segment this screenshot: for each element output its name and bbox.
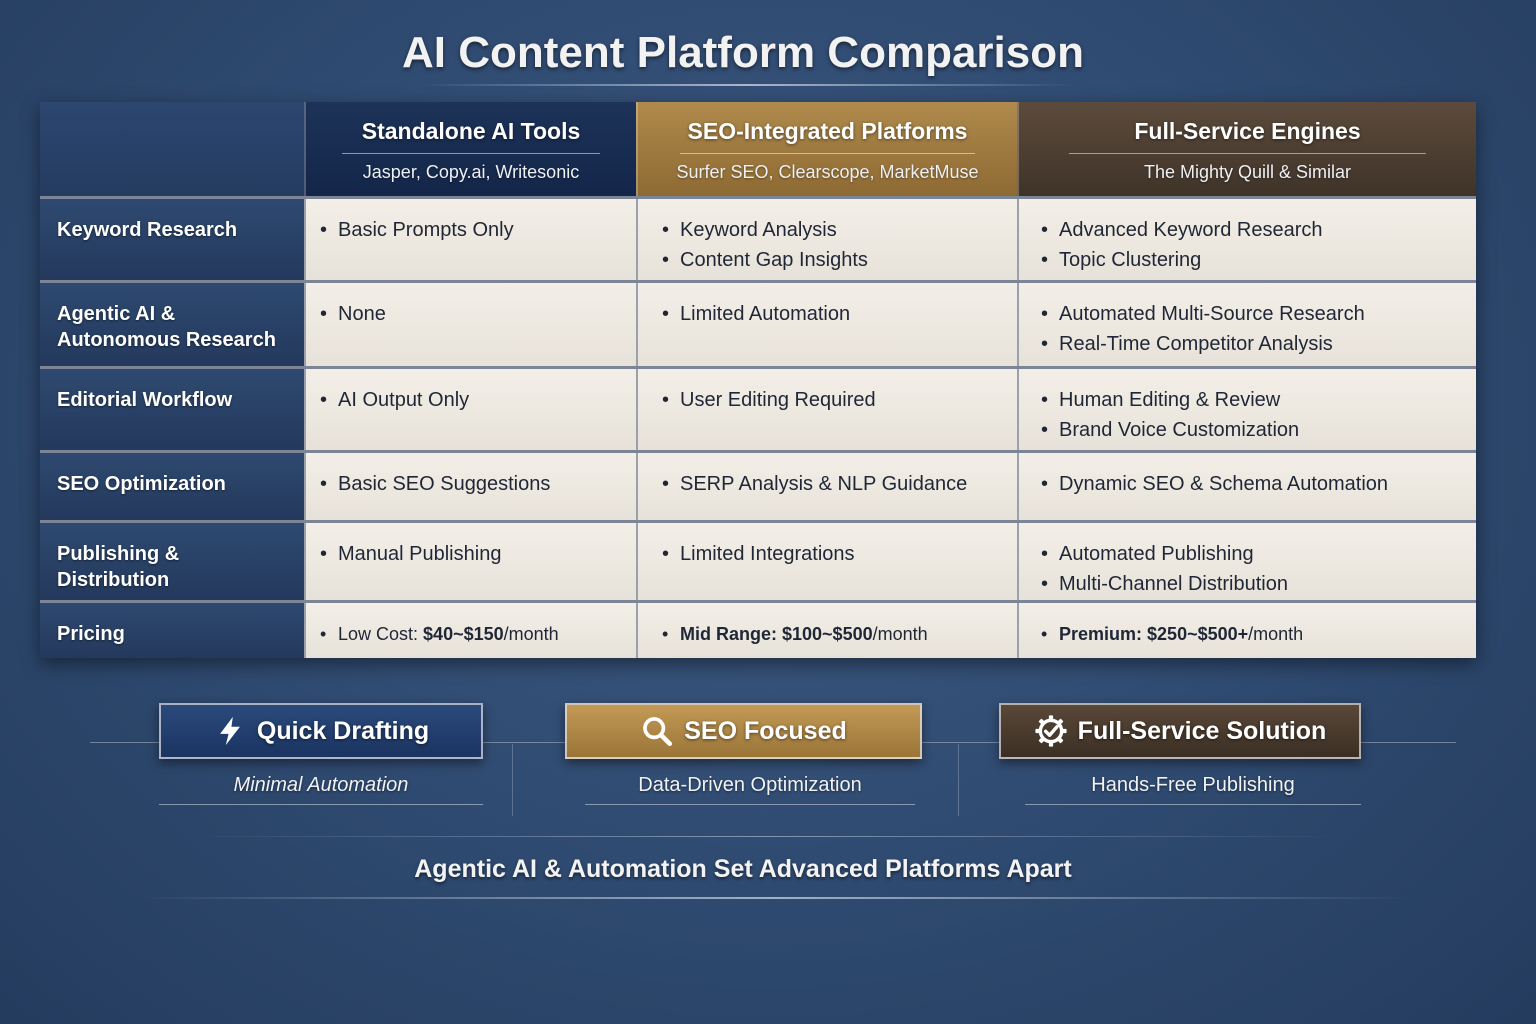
table-cell: Limited Integrations <box>636 523 1017 600</box>
title-underline <box>420 84 1072 86</box>
magnifier-icon <box>643 717 673 747</box>
row-label: SEO Optimization <box>40 453 304 520</box>
page-title: AI Content Platform Comparison <box>401 28 1085 77</box>
bullet-item: SERP Analysis & NLP Guidance <box>662 469 1017 499</box>
column-subtitle: Jasper, Copy.ai, Writesonic <box>362 162 580 182</box>
connector-line <box>512 744 513 816</box>
bullet-item: Content Gap Insights <box>662 245 1017 275</box>
column-title: Full-Service Engines <box>1134 118 1361 144</box>
bullet-item: AI Output Only <box>320 385 636 415</box>
table-cell: Automated Multi-Source Research Real-Tim… <box>1017 283 1476 366</box>
price-item: Low Cost: $40~$150/month <box>320 619 636 649</box>
badge-caption: Minimal Automation <box>233 774 409 796</box>
column-divider <box>679 153 976 154</box>
table-cell: Dynamic SEO & Schema Automation <box>1017 453 1476 520</box>
seo-focused-badge: SEO Focused <box>565 703 922 759</box>
table-row-pricing: Pricing Low Cost: $40~$150/month Mid Ran… <box>40 600 1476 658</box>
bullet-item: Advanced Keyword Research <box>1041 215 1476 245</box>
footer-bottom-rule <box>140 897 1410 899</box>
table-cell: None <box>304 283 636 366</box>
bullet-item: Automated Multi-Source Research <box>1041 299 1476 329</box>
row-label: Pricing <box>40 603 304 658</box>
footer-tagline: Agentic AI & Automation Set Advanced Pla… <box>414 855 1072 883</box>
footer-top-rule <box>190 836 1340 837</box>
table-cell: AI Output Only <box>304 369 636 450</box>
table-corner <box>40 102 304 196</box>
gear-check-icon <box>1035 715 1067 747</box>
bullet-item: Basic SEO Suggestions <box>320 469 636 499</box>
table-cell: Basic SEO Suggestions <box>304 453 636 520</box>
bullet-item: Limited Integrations <box>662 539 1017 569</box>
bullet-item: Human Editing & Review <box>1041 385 1476 415</box>
connector-line <box>922 742 999 743</box>
bullet-item: Brand Voice Customization <box>1041 415 1476 445</box>
connector-line <box>958 744 959 816</box>
table-cell: Premium: $250~$500+/month <box>1017 603 1476 658</box>
bullet-item: Automated Publishing <box>1041 539 1476 569</box>
column-header-seo-integrated: SEO-Integrated Platforms Surfer SEO, Cle… <box>636 102 1017 196</box>
row-label: Agentic AI & Autonomous Research <box>40 283 304 366</box>
column-title: Standalone AI Tools <box>361 118 581 144</box>
table-row-keyword-research: Keyword Research Basic Prompts Only Keyw… <box>40 196 1476 280</box>
badge-caption: Data-Driven Optimization <box>638 774 862 796</box>
caption-underline <box>159 804 483 805</box>
table-cell: Mid Range: $100~$500/month <box>636 603 1017 658</box>
column-divider <box>342 153 600 154</box>
connector-line <box>1361 742 1456 743</box>
column-title: SEO-Integrated Platforms <box>687 118 968 144</box>
bullet-item: Multi-Channel Distribution <box>1041 569 1476 599</box>
column-subtitle: Surfer SEO, Clearscope, MarketMuse <box>676 162 979 182</box>
full-service-badge: Full-Service Solution <box>999 703 1361 759</box>
column-header-standalone: Standalone AI Tools Jasper, Copy.ai, Wri… <box>304 102 636 196</box>
row-label: Keyword Research <box>40 199 304 280</box>
connector-line <box>90 742 160 743</box>
badge-caption: Hands-Free Publishing <box>1091 774 1295 796</box>
bullet-item: Dynamic SEO & Schema Automation <box>1041 469 1476 499</box>
table-cell: User Editing Required <box>636 369 1017 450</box>
table-cell: SERP Analysis & NLP Guidance <box>636 453 1017 520</box>
lightning-icon <box>219 716 240 746</box>
column-header-full-service: Full-Service Engines The Mighty Quill & … <box>1017 102 1476 196</box>
table-row-seo-optimization: SEO Optimization Basic SEO Suggestions S… <box>40 450 1476 520</box>
connector-line <box>483 742 565 743</box>
bullet-item: None <box>320 299 636 329</box>
bullet-item: User Editing Required <box>662 385 1017 415</box>
table-cell: Manual Publishing <box>304 523 636 600</box>
badge-label: Full-Service Solution <box>1077 716 1327 745</box>
bullet-item: Limited Automation <box>662 299 1017 329</box>
column-subtitle: The Mighty Quill & Similar <box>1143 162 1352 182</box>
row-label: Editorial Workflow <box>40 369 304 450</box>
table-cell: Basic Prompts Only <box>304 199 636 280</box>
badge-label: SEO Focused <box>684 716 847 745</box>
price-item: Premium: $250~$500+/month <box>1041 619 1476 649</box>
table-cell: Advanced Keyword Research Topic Clusteri… <box>1017 199 1476 280</box>
table-cell: Human Editing & Review Brand Voice Custo… <box>1017 369 1476 450</box>
caption-underline <box>585 804 915 805</box>
table-cell: Low Cost: $40~$150/month <box>304 603 636 658</box>
table-cell: Keyword Analysis Content Gap Insights <box>636 199 1017 280</box>
table-row-editorial-workflow: Editorial Workflow AI Output Only User E… <box>40 366 1476 450</box>
row-label: Publishing & Distribution <box>40 523 304 600</box>
bullet-item: Topic Clustering <box>1041 245 1476 275</box>
table-cell: Automated Publishing Multi-Channel Distr… <box>1017 523 1476 600</box>
comparison-table: Standalone AI Tools Jasper, Copy.ai, Wri… <box>40 102 1476 658</box>
caption-underline <box>1025 804 1361 805</box>
quick-drafting-badge: Quick Drafting <box>159 703 483 759</box>
bullet-item: Manual Publishing <box>320 539 636 569</box>
table-row-agentic-ai: Agentic AI & Autonomous Research None Li… <box>40 280 1476 366</box>
column-divider <box>1069 153 1426 154</box>
bullet-item: Basic Prompts Only <box>320 215 636 245</box>
table-cell: Limited Automation <box>636 283 1017 366</box>
bullet-item: Real-Time Competitor Analysis <box>1041 329 1476 359</box>
price-item: Mid Range: $100~$500/month <box>662 619 1017 649</box>
table-row-publishing: Publishing & Distribution Manual Publish… <box>40 520 1476 600</box>
bullet-item: Keyword Analysis <box>662 215 1017 245</box>
badge-label: Quick Drafting <box>256 716 430 745</box>
